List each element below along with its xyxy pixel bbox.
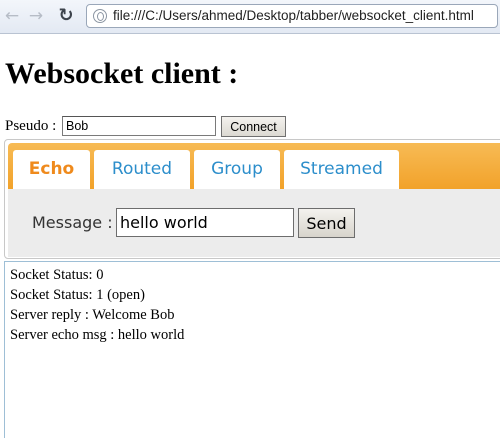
tab-routed[interactable]: Routed [94, 150, 190, 190]
pseudo-input[interactable] [62, 116, 216, 136]
reload-icon[interactable]: ↻ [56, 6, 76, 26]
forward-arrow-icon[interactable]: → [26, 6, 46, 26]
address-bar[interactable]: file:///C:/Users/ahmed/Desktop/tabber/we… [86, 4, 498, 28]
message-input[interactable] [116, 208, 294, 237]
echo-tab-content: Message : Send [8, 189, 500, 257]
log-line: Socket Status: 0 [10, 267, 104, 283]
pseudo-label: Pseudo : [5, 118, 57, 134]
message-label: Message : [32, 213, 113, 232]
url-text: file:///C:/Users/ahmed/Desktop/tabber/we… [113, 8, 474, 23]
log-line: Server reply : Welcome Bob [10, 307, 175, 323]
tab-echo[interactable]: Echo [13, 150, 90, 190]
connect-button[interactable]: Connect [221, 116, 286, 137]
tab-group[interactable]: Group [194, 150, 280, 190]
log-area: Socket Status: 0 Socket Status: 1 (open)… [4, 261, 500, 438]
page-title: Websocket client : [5, 57, 239, 90]
back-arrow-icon[interactable]: ← [2, 6, 22, 26]
browser-toolbar: ← → ↻ file:///C:/Users/ahmed/Desktop/tab… [0, 0, 500, 34]
tab-streamed[interactable]: Streamed [284, 150, 399, 190]
tab-strip: Echo Routed Group Streamed [8, 143, 500, 190]
send-button[interactable]: Send [298, 208, 355, 238]
globe-icon [93, 9, 107, 23]
tabber-panel: Echo Routed Group Streamed Message : Sen… [4, 139, 500, 259]
log-line: Server echo msg : hello world [10, 327, 185, 343]
log-line: Socket Status: 1 (open) [10, 287, 145, 303]
